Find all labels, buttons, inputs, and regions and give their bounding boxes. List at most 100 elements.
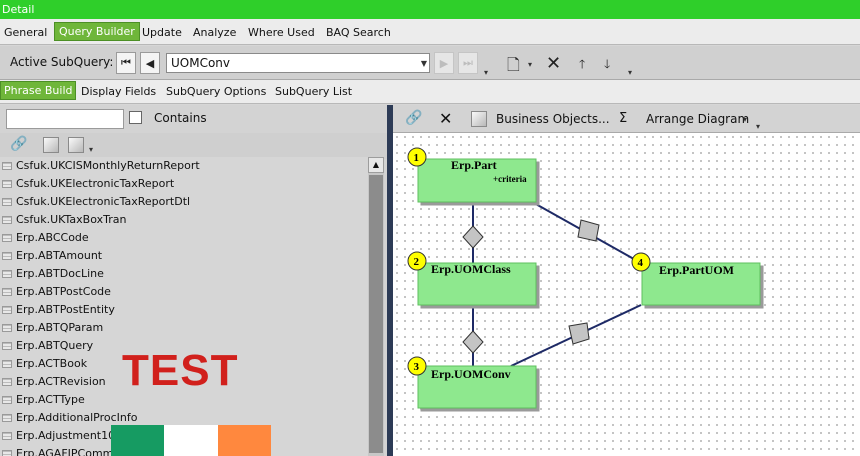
arrange-dropdown-icon[interactable]: ▾ (743, 115, 747, 124)
table-icon (2, 198, 12, 206)
table-node-partuom[interactable]: Erp.PartUOM 4 (631, 252, 761, 306)
table-node-part[interactable]: Erp.Part +criteria 1 (407, 147, 537, 203)
more-caret-icon[interactable]: ▾ (484, 68, 488, 77)
tab-analyze[interactable]: Analyze (193, 23, 236, 42)
table-icon (2, 252, 12, 260)
main-tab-bar: General Query Builder Update Analyze Whe… (0, 19, 860, 45)
last-record-button[interactable]: ⏭ (458, 52, 478, 74)
table-icon (2, 450, 12, 456)
previous-icon: ◀ (145, 56, 155, 70)
table-list-item-label: Erp.ABCCode (16, 231, 89, 244)
subquery-toolbar: Active SubQuery: ⏮ ◀ ▶ ⏭ ▾ 🗋 ▾ ✕ 🡑 🡓 ▾ (0, 46, 860, 80)
flag-green-band (111, 425, 165, 456)
node-title: Erp.UOMConv (431, 367, 511, 381)
table-search-input[interactable] (6, 109, 124, 129)
table-list-item-label: Erp.ABTDocLine (16, 267, 104, 280)
link-tables-icon[interactable]: 🔗 (405, 110, 422, 126)
join-diamond-icon[interactable] (462, 225, 484, 249)
table-icon (2, 180, 12, 188)
table-icon (2, 288, 12, 296)
table-list-item-label: Csfuk.UKTaxBoxTran (16, 213, 127, 226)
node-badge: 4 (638, 257, 644, 269)
link-icon[interactable]: 🔗 (10, 136, 27, 152)
table-list-item-label: Erp.ABTQParam (16, 321, 104, 334)
table-list-item-label: Csfuk.UKCISMonthlyReturnReport (16, 159, 200, 172)
window-title: Detail (0, 0, 860, 19)
move-down-icon[interactable]: 🡓 (604, 55, 610, 76)
join-diamond-icon[interactable] (577, 219, 600, 242)
table-list-item-label: Erp.ABTPostEntity (16, 303, 115, 316)
sum-icon[interactable]: Σ (619, 111, 627, 126)
table-list-item-label: Erp.ACTType (16, 393, 85, 406)
table-icon (2, 234, 12, 242)
node-badge: 1 (414, 152, 420, 164)
flag-orange-band (217, 425, 271, 456)
tab-where-used[interactable]: Where Used (248, 23, 315, 42)
table-list-item[interactable]: Erp.ABTQParam (0, 319, 368, 337)
last-icon: ⏭ (463, 56, 473, 69)
business-objects-icon (471, 111, 487, 127)
tab-phrase-build[interactable]: Phrase Build (0, 81, 77, 100)
flag-white-band (164, 425, 218, 456)
table-icon (2, 270, 12, 278)
next-record-button[interactable]: ▶ (434, 52, 454, 74)
chevron-down-icon[interactable]: ▼ (421, 59, 427, 68)
tab-subquery-list[interactable]: SubQuery List (275, 85, 352, 98)
table-icon (2, 360, 12, 368)
table-icon (2, 162, 12, 170)
table-list-item[interactable]: Erp.ABCCode (0, 229, 368, 247)
tab-update[interactable]: Update (142, 23, 182, 42)
table-browser-pane: Contains 🔗 ▾ Csfuk.UKCISMonthlyReturnRep… (0, 105, 388, 456)
new-dropdown-icon[interactable]: ▾ (528, 60, 532, 69)
table-list-item[interactable]: Erp.ABTDocLine (0, 265, 368, 283)
table-list-item-label: Erp.ABTAmount (16, 249, 103, 262)
scroll-up-icon[interactable]: ▲ (368, 157, 384, 173)
irish-flag-image (111, 425, 271, 456)
new-document-icon[interactable]: 🗋 (507, 54, 520, 81)
table-list-item[interactable]: Csfuk.UKElectronicTaxReport (0, 175, 368, 193)
node-title: Erp.PartUOM (659, 263, 734, 277)
tab-query-builder[interactable]: Query Builder (54, 22, 140, 41)
toolbar-overflow-icon[interactable]: ▾ (628, 68, 632, 77)
table-list-item[interactable]: Erp.ABTAmount (0, 247, 368, 265)
previous-record-button[interactable]: ◀ (140, 52, 160, 74)
delete-icon[interactable]: ✕ (546, 53, 561, 74)
node-criteria: +criteria (493, 174, 527, 184)
table-list-item-label: Csfuk.UKElectronicTaxReport (16, 177, 175, 190)
contains-checkbox[interactable] (129, 111, 142, 124)
arrange-diagram-button[interactable]: Arrange Diagram (646, 112, 749, 126)
table-list-item[interactable]: Csfuk.UKElectronicTaxReportDtl (0, 193, 368, 211)
business-objects-button[interactable]: Business Objects... (496, 112, 610, 126)
diagram-overflow-icon[interactable]: ▾ (756, 122, 760, 131)
tab-general[interactable]: General (4, 23, 47, 42)
first-record-button[interactable]: ⏮ (116, 52, 136, 74)
table-list-scrollbar[interactable]: ▲ (368, 157, 384, 456)
table-icon (2, 216, 12, 224)
query-diagram-canvas[interactable]: Erp.Part +criteria 1 Erp.UOMClass 2 Erp.… (393, 133, 860, 456)
table-list-item-label: Erp.AdditionalProcInfo (16, 411, 138, 424)
table-browser-toolbar: 🔗 ▾ (0, 133, 388, 159)
join-diamond-icon[interactable] (568, 322, 590, 345)
table-icon (2, 396, 12, 404)
collapse-button[interactable] (68, 137, 84, 153)
first-icon: ⏮ (121, 56, 131, 69)
remove-table-icon[interactable]: ✕ (439, 109, 452, 128)
table-icon (2, 378, 12, 386)
scroll-thumb[interactable] (369, 175, 383, 453)
subquery-select[interactable]: UOMConv ▼ (166, 53, 430, 73)
tab-display-fields[interactable]: Display Fields (81, 85, 156, 98)
table-list-item[interactable]: Csfuk.UKTaxBoxTran (0, 211, 368, 229)
table-list-item[interactable]: Csfuk.UKCISMonthlyReturnReport (0, 157, 368, 175)
table-list-item-label: Erp.ABTPostCode (16, 285, 111, 298)
table-list-item[interactable]: Erp.ABTPostCode (0, 283, 368, 301)
table-list-item[interactable]: Erp.ABTPostEntity (0, 301, 368, 319)
view-dropdown-icon[interactable]: ▾ (89, 145, 93, 154)
diagram-pane: 🔗 ✕ Business Objects... Σ Arrange Diagra… (393, 105, 860, 456)
tab-baq-search[interactable]: BAQ Search (326, 23, 391, 42)
table-list-item-label: Erp.ACTBook (16, 357, 88, 370)
subquery-select-value: UOMConv (171, 56, 231, 70)
join-diamond-icon[interactable] (462, 330, 484, 354)
expand-button[interactable] (43, 137, 59, 153)
tab-subquery-options[interactable]: SubQuery Options (166, 85, 266, 98)
move-up-icon[interactable]: 🡑 (579, 55, 585, 76)
